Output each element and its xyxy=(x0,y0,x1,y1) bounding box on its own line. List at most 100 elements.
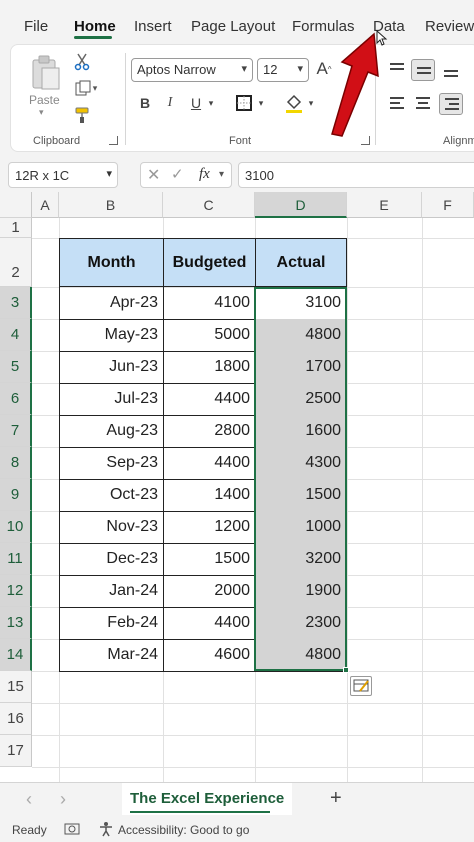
cut-icon[interactable] xyxy=(73,53,91,71)
row-header-2[interactable]: 2 xyxy=(0,238,32,287)
cell-budgeted[interactable]: 1200 xyxy=(163,511,256,544)
middle-align-icon[interactable] xyxy=(411,59,435,81)
fill-handle[interactable] xyxy=(343,667,349,673)
cell-month[interactable]: Jan-24 xyxy=(59,575,164,608)
cell-month[interactable]: Sep-23 xyxy=(59,447,164,480)
macro-recording-icon[interactable] xyxy=(64,822,80,839)
cell-budgeted[interactable]: 4400 xyxy=(163,447,256,480)
row-header-1[interactable]: 1 xyxy=(0,218,32,238)
fill-color-chevron-icon[interactable]: ▾ xyxy=(305,95,317,111)
clipboard-launcher-icon[interactable] xyxy=(109,136,118,145)
cell-month[interactable]: Dec-23 xyxy=(59,543,164,576)
header-month[interactable]: Month xyxy=(59,238,164,287)
column-header-d[interactable]: D xyxy=(255,192,347,218)
cell-month[interactable]: Nov-23 xyxy=(59,511,164,544)
sheet-tab-indicator xyxy=(130,811,270,813)
row-header-9[interactable]: 9 xyxy=(0,479,32,511)
paste-label[interactable]: Paste xyxy=(29,93,60,107)
cell-budgeted[interactable]: 2000 xyxy=(163,575,256,608)
gridline-vertical xyxy=(347,218,348,782)
row-header-11[interactable]: 11 xyxy=(0,543,32,575)
row-header-6[interactable]: 6 xyxy=(0,383,32,415)
name-box[interactable]: 12R x 1C ▾ xyxy=(8,162,118,188)
cancel-icon[interactable]: ✕ xyxy=(147,165,160,185)
cell-budgeted[interactable]: 5000 xyxy=(163,319,256,352)
paste-icon[interactable] xyxy=(27,53,63,93)
clipboard-group-label: Clipboard xyxy=(33,135,81,147)
header-budgeted[interactable]: Budgeted xyxy=(163,238,256,287)
column-header-c[interactable]: C xyxy=(163,192,255,218)
gridline-horizontal xyxy=(32,767,474,768)
cell-budgeted[interactable]: 1500 xyxy=(163,543,256,576)
align-right-icon[interactable] xyxy=(439,93,463,115)
cell-budgeted[interactable]: 4600 xyxy=(163,639,256,672)
borders-chevron-icon[interactable]: ▾ xyxy=(255,95,267,111)
cell-month[interactable]: Apr-23 xyxy=(59,287,164,320)
tab-file[interactable]: File xyxy=(24,18,48,35)
sheet-prev-button[interactable]: ‹ xyxy=(26,789,32,810)
cell-budgeted[interactable]: 4100 xyxy=(163,287,256,320)
row-header-14[interactable]: 14 xyxy=(0,639,32,671)
formula-input[interactable]: 3100 xyxy=(238,162,474,188)
column-header-b[interactable]: B xyxy=(59,192,163,218)
spreadsheet-grid[interactable]: A B C D E F 1 2 3 4 5 6 7 8 9 10 11 12 13 14 15 16 17 Mo… xyxy=(0,192,474,782)
cell-month[interactable]: Feb-24 xyxy=(59,607,164,640)
cell-budgeted[interactable]: 4400 xyxy=(163,607,256,640)
tab-home[interactable]: Home xyxy=(74,18,116,35)
row-header-10[interactable]: 10 xyxy=(0,511,32,543)
cell-month[interactable]: Jun-23 xyxy=(59,351,164,384)
row-header-12[interactable]: 12 xyxy=(0,575,32,607)
chevron-down-icon: ▾ xyxy=(297,63,303,75)
cell-month[interactable]: Aug-23 xyxy=(59,415,164,448)
font-name-value: Aptos Narrow xyxy=(137,62,216,77)
column-header-f[interactable]: F xyxy=(422,192,474,218)
row-header-8[interactable]: 8 xyxy=(0,447,32,479)
bottom-align-icon[interactable] xyxy=(439,59,463,81)
cell-budgeted[interactable]: 1800 xyxy=(163,351,256,384)
underline-button[interactable]: U xyxy=(189,93,203,113)
select-all-corner[interactable] xyxy=(0,192,32,218)
cell-month[interactable]: May-23 xyxy=(59,319,164,352)
accessibility-icon[interactable] xyxy=(98,821,114,840)
cell-budgeted[interactable]: 2800 xyxy=(163,415,256,448)
ribbon-separator xyxy=(125,53,126,145)
cell-budgeted[interactable]: 1400 xyxy=(163,479,256,512)
italic-button[interactable]: I xyxy=(163,93,177,113)
underline-chevron-icon[interactable]: ▾ xyxy=(205,95,217,111)
column-header-a[interactable]: A xyxy=(32,192,59,218)
gridline-vertical xyxy=(422,218,423,782)
accessibility-status[interactable]: Accessibility: Good to go xyxy=(118,823,249,837)
bold-button[interactable]: B xyxy=(137,93,153,113)
tab-page-layout[interactable]: Page Layout xyxy=(191,18,275,35)
cell-month[interactable]: Mar-24 xyxy=(59,639,164,672)
row-header-4[interactable]: 4 xyxy=(0,319,32,351)
tab-review[interactable]: Review xyxy=(425,18,474,35)
font-name-select[interactable]: Aptos Narrow ▾ xyxy=(131,58,253,82)
sheet-next-button[interactable]: › xyxy=(60,789,66,810)
row-header-5[interactable]: 5 xyxy=(0,351,32,383)
format-painter-icon[interactable] xyxy=(73,105,93,125)
row-header-7[interactable]: 7 xyxy=(0,415,32,447)
copy-icon[interactable]: ▾ xyxy=(71,79,101,97)
align-center-icon[interactable] xyxy=(411,93,435,115)
paste-chevron-icon[interactable]: ▾ xyxy=(39,107,44,118)
row-header-3[interactable]: 3 xyxy=(0,287,32,319)
quick-analysis-icon[interactable] xyxy=(350,676,372,696)
cell-month[interactable]: Oct-23 xyxy=(59,479,164,512)
chevron-down-icon: ▾ xyxy=(106,168,112,180)
row-header-16[interactable]: 16 xyxy=(0,703,32,735)
row-header-13[interactable]: 13 xyxy=(0,607,32,639)
column-header-e[interactable]: E xyxy=(347,192,422,218)
add-sheet-button[interactable]: + xyxy=(330,787,342,810)
tab-insert[interactable]: Insert xyxy=(134,18,172,35)
enter-icon[interactable]: ✓ xyxy=(171,165,184,183)
fill-color-icon[interactable] xyxy=(283,91,305,115)
header-actual[interactable]: Actual xyxy=(255,238,347,287)
cell-month[interactable]: Jul-23 xyxy=(59,383,164,416)
row-header-15[interactable]: 15 xyxy=(0,671,32,703)
font-size-select[interactable]: 12 ▾ xyxy=(257,58,309,82)
borders-icon[interactable] xyxy=(235,93,253,113)
insert-function-button[interactable]: fx xyxy=(199,166,210,183)
row-header-17[interactable]: 17 xyxy=(0,735,32,767)
cell-budgeted[interactable]: 4400 xyxy=(163,383,256,416)
